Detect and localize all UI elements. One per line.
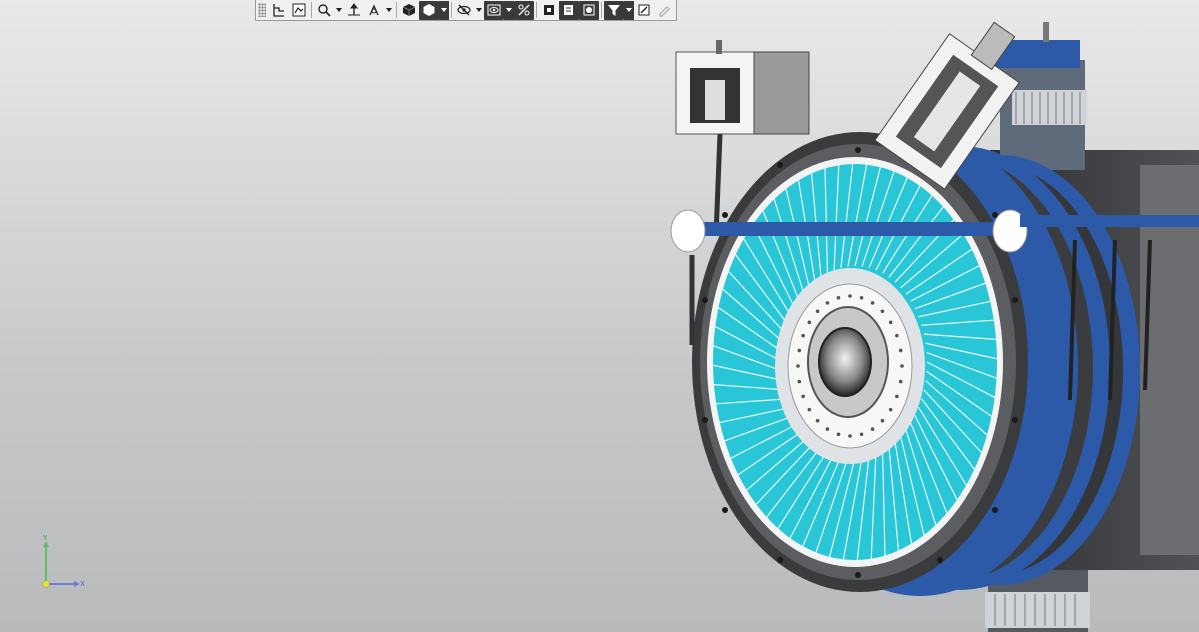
hub-bolt-hole <box>825 301 830 305</box>
measure-icon[interactable] <box>634 1 654 20</box>
toolbar-grip[interactable] <box>258 3 266 17</box>
toolbar-separator <box>536 2 537 18</box>
hub-bolt-hole <box>880 418 885 423</box>
hub-bolt-hole <box>900 364 904 368</box>
hub-bolt-hole <box>836 295 841 300</box>
hide-dropdown-icon[interactable] <box>474 1 484 20</box>
hub-bolt-hole <box>859 295 864 300</box>
hub-bolt-hole <box>815 309 820 314</box>
visibility-dropdown-icon[interactable] <box>504 0 514 20</box>
toolbar-separator <box>396 2 397 18</box>
hide-eye-icon[interactable] <box>454 1 474 20</box>
hub-bolt-hole <box>898 348 903 353</box>
hub-bolt-hole <box>797 379 802 384</box>
toolbar-separator <box>451 2 452 18</box>
hub-bolt-hole <box>888 407 893 412</box>
rotate-axes-icon[interactable] <box>364 1 384 20</box>
hub-bolt-hole <box>797 348 802 353</box>
y-axis-label: Y <box>43 534 48 542</box>
toolbar-separator <box>601 2 602 18</box>
hub-bolt-hole <box>825 427 830 431</box>
turbine-model[interactable] <box>0 0 1199 632</box>
hub-bolt-hole <box>870 427 875 431</box>
hub-bolt-hole <box>836 432 841 437</box>
hub-bolt-hole <box>880 309 885 314</box>
hub-bolt-hole <box>848 434 852 438</box>
hub-bolt-hole <box>895 333 899 338</box>
cross-section-icon[interactable] <box>539 1 559 20</box>
shaded-hexagon-icon[interactable] <box>419 0 439 20</box>
hub-bolt-hole <box>796 364 800 368</box>
hub-bolt-hole <box>895 394 899 399</box>
render-mode-icon[interactable] <box>579 0 599 20</box>
hub-bolt-hole <box>801 394 805 399</box>
hub-bolt-hole <box>807 320 812 325</box>
view-orientation-cube-icon[interactable] <box>399 1 419 20</box>
pan-arrows-icon[interactable] <box>344 1 364 20</box>
zoom-dropdown-icon[interactable] <box>334 1 344 20</box>
filter-dropdown-icon[interactable] <box>624 0 634 20</box>
properties-panel-icon[interactable] <box>289 1 309 20</box>
hub-bolt-hole <box>859 432 864 437</box>
pencil-icon <box>654 1 674 20</box>
axis-triad: Y X <box>36 535 88 591</box>
view-toolbar <box>255 0 677 21</box>
hub-bolt-hole <box>815 418 820 423</box>
perspective-view-icon[interactable] <box>559 0 579 20</box>
zoom-magnifier-icon[interactable] <box>314 1 334 20</box>
toolbar-separator <box>311 2 312 18</box>
display-style-dropdown-icon[interactable] <box>439 0 449 20</box>
section-cut-icon[interactable] <box>514 0 534 20</box>
hub-bolt-hole <box>870 301 875 305</box>
rotate-dropdown-icon[interactable] <box>384 1 394 20</box>
3d-viewport[interactable]: Y X <box>0 0 1199 632</box>
x-axis-label: X <box>80 580 85 588</box>
hub-bolt-hole <box>888 320 893 325</box>
visibility-eye-icon[interactable] <box>484 0 504 20</box>
tree-structure-icon[interactable] <box>269 1 289 20</box>
filter-funnel-icon[interactable] <box>604 0 624 20</box>
hub-bolt-hole <box>807 407 812 412</box>
hub-bolt-hole <box>801 333 805 338</box>
hub-bolt-hole <box>848 294 852 298</box>
hub-bolt-hole <box>898 379 903 384</box>
